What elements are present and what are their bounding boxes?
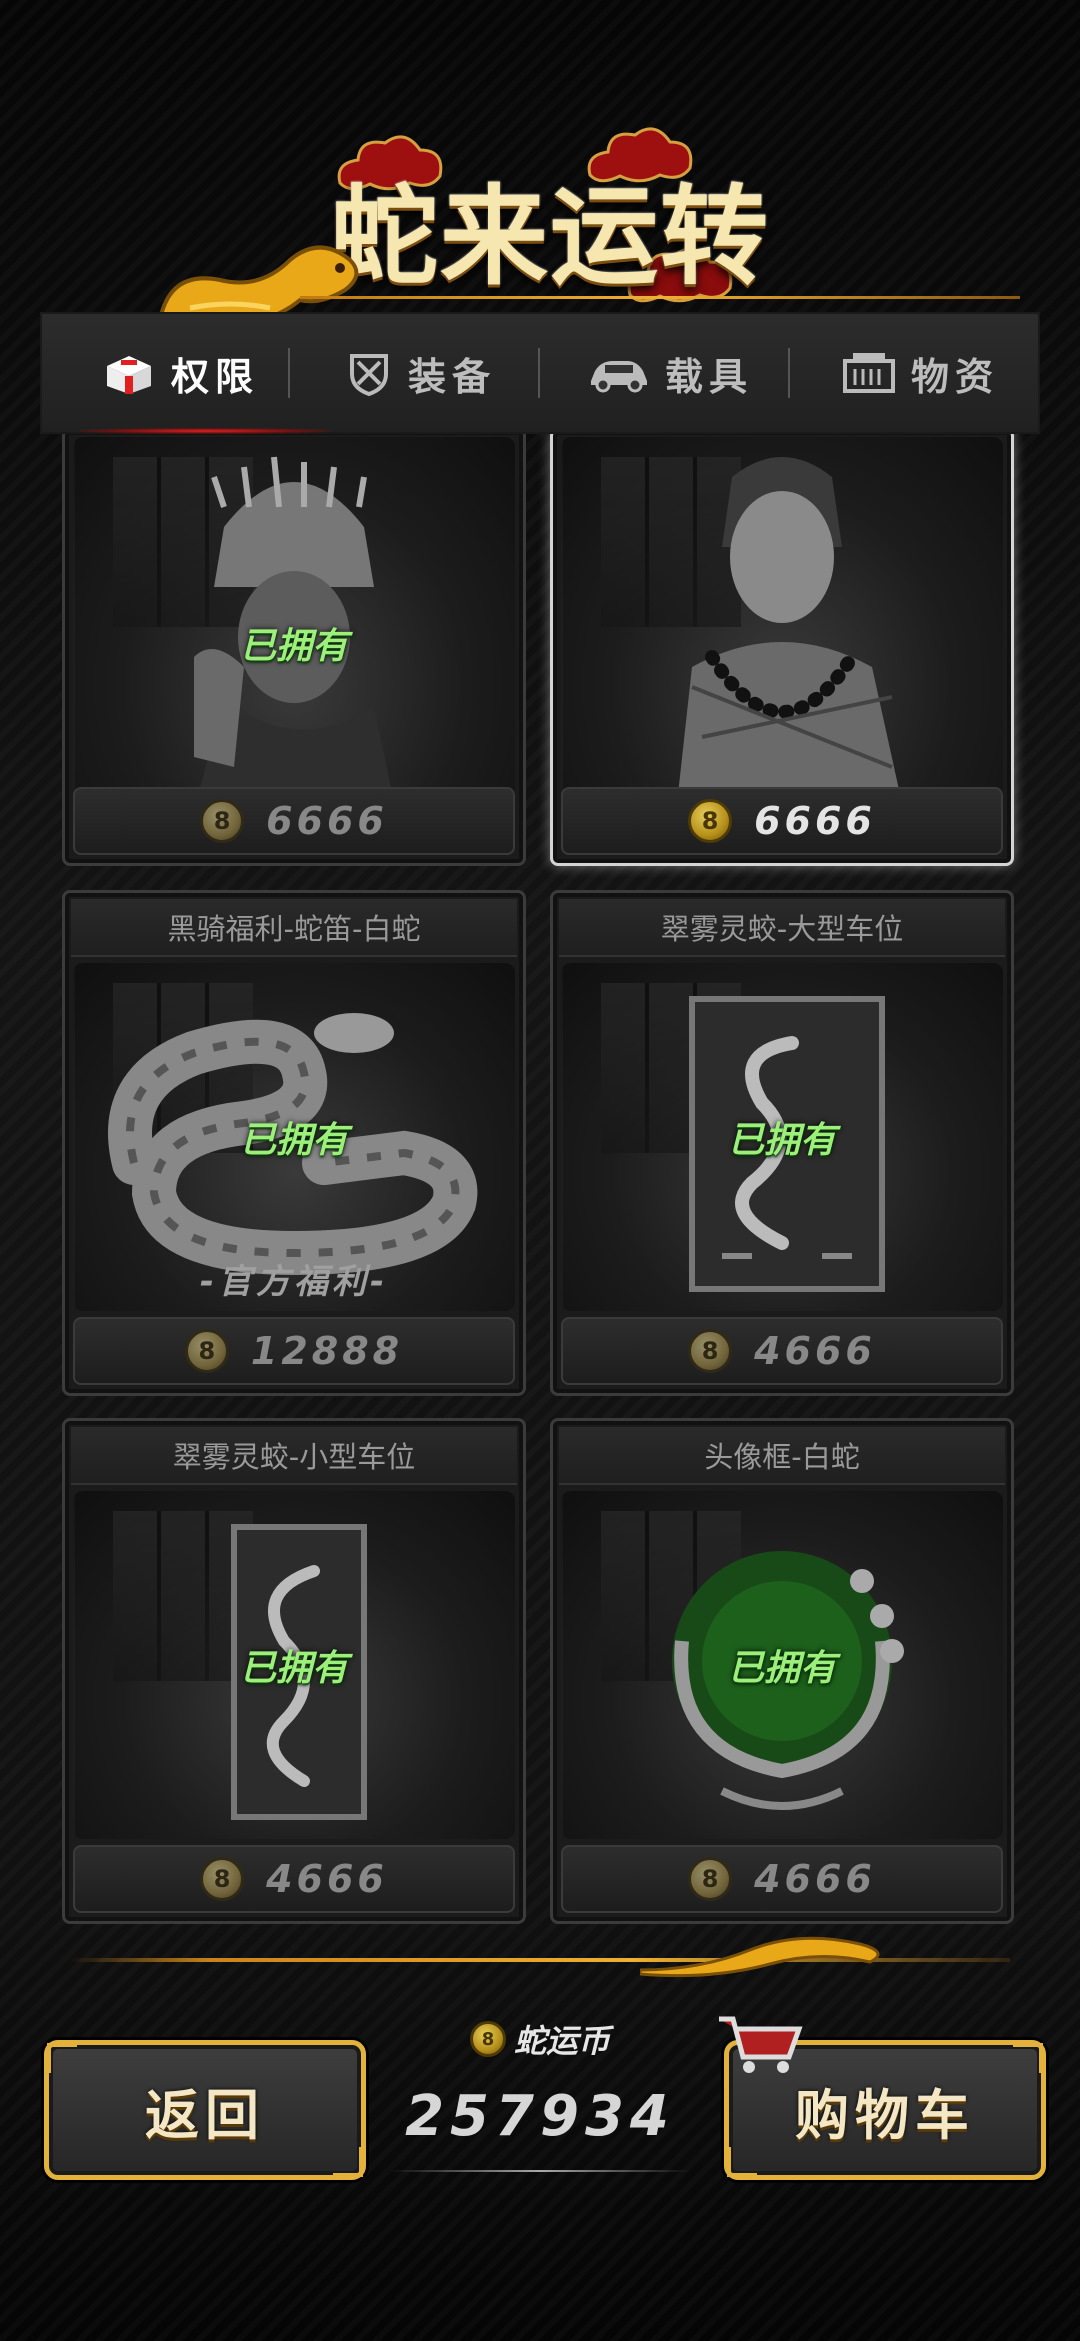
tab-label: 载具	[664, 354, 753, 399]
snake-coin-icon: 8	[200, 799, 245, 843]
corner-ornament	[1013, 2043, 1043, 2073]
tab-label: 权限	[170, 354, 259, 399]
tab-equipment[interactable]: 装备	[310, 312, 530, 434]
car-icon	[590, 361, 647, 393]
category-tab-bar: 权限 装备 载具 物资	[40, 312, 1040, 434]
promo-label: -官方福利-	[199, 1262, 389, 1302]
item-name: 黑骑福利-蛇笛-白蛇	[71, 899, 517, 957]
item-card[interactable]: 头像框-白蛇 已拥有 8 4666	[550, 1418, 1014, 1924]
owned-status: 已拥有	[239, 1648, 348, 1689]
item-grid: 已拥有 8 6666 8 6666 黑骑福利-蛇笛-白蛇 已拥有 -官方福利- …	[40, 434, 1040, 1924]
item-image: 已拥有 -官方福利-	[73, 963, 515, 1311]
owned-status: 已拥有	[239, 1120, 348, 1161]
price-bar: 8 4666	[561, 1845, 1003, 1913]
corner-ornament	[47, 2043, 77, 2073]
snake-coin-icon: 8	[688, 1329, 733, 1373]
item-name: 头像框-白蛇	[559, 1427, 1005, 1485]
item-price: 12888	[250, 1329, 404, 1373]
item-image: 已拥有	[561, 1491, 1003, 1839]
title-divider	[300, 296, 1020, 299]
item-name: 翠雾灵蛟-大型车位	[559, 899, 1005, 957]
corner-ornament	[727, 2147, 757, 2177]
item-card[interactable]: 翠雾灵蛟-大型车位 已拥有 8 4666	[550, 890, 1014, 1396]
tab-divider	[538, 348, 540, 398]
back-label: 返回	[145, 2083, 265, 2147]
cart-icon	[719, 2016, 803, 2073]
shopping-cart-button[interactable]: 购物车	[719, 2016, 1046, 2180]
armor-icon	[349, 354, 388, 397]
tab-divider	[288, 348, 290, 398]
item-card[interactable]: 翠雾灵蛟-小型车位 已拥有 8 4666	[62, 1418, 526, 1924]
event-title: 蛇来运转	[330, 174, 771, 300]
currency-balance: 257934	[405, 2084, 675, 2149]
item-price: 4666	[266, 1857, 388, 1901]
owned-status: 已拥有	[727, 1120, 836, 1161]
price-bar: 8 6666	[73, 787, 515, 855]
gold-snake-tail-icon	[640, 1936, 880, 1978]
box-icon	[106, 356, 151, 394]
corner-ornament	[333, 2147, 363, 2177]
item-card[interactable]: 已拥有 8 6666	[62, 434, 526, 866]
item-card-selected[interactable]: 8 6666	[550, 434, 1014, 866]
tab-permissions[interactable]: 权限	[70, 312, 290, 434]
price-bar: 8 12888	[73, 1317, 515, 1385]
snake-coin-icon: 8	[688, 1857, 733, 1901]
price-bar: 8 4666	[561, 1317, 1003, 1385]
owned-status: 已拥有	[727, 1648, 836, 1689]
tab-supplies[interactable]: 物资	[810, 312, 1030, 434]
snake-coin-icon: 8	[200, 1857, 245, 1901]
snake-coin-icon: 8	[469, 2021, 506, 2057]
item-price: 4666	[754, 1857, 876, 1901]
item-price: 4666	[754, 1329, 876, 1373]
back-button[interactable]: 返回	[44, 2040, 366, 2180]
tab-label: 装备	[407, 354, 496, 399]
currency-display: 8 蛇运币 257934	[390, 2010, 690, 2172]
tab-label: 物资	[910, 354, 999, 399]
snake-coin-icon: 8	[688, 799, 733, 843]
price-bar: 8 4666	[73, 1845, 515, 1913]
item-price: 6666	[754, 799, 876, 843]
tab-vehicles[interactable]: 载具	[560, 312, 780, 434]
item-price: 6666	[266, 799, 388, 843]
cart-label: 购物车	[795, 2083, 975, 2147]
event-title-banner: 蛇来运转	[150, 120, 771, 329]
item-image: 已拥有	[561, 963, 1003, 1311]
owned-status: 已拥有	[239, 626, 348, 667]
supplies-icon	[842, 353, 895, 393]
tab-divider	[788, 348, 790, 398]
currency-underline	[390, 2170, 690, 2172]
price-bar: 8 6666	[561, 787, 1003, 855]
item-image: 已拥有	[73, 1491, 515, 1839]
currency-label: 蛇运币	[513, 2022, 610, 2060]
item-card[interactable]: 黑骑福利-蛇笛-白蛇 已拥有 -官方福利- 8 12888	[62, 890, 526, 1396]
snake-coin-icon: 8	[184, 1329, 229, 1373]
item-name: 翠雾灵蛟-小型车位	[71, 1427, 517, 1485]
